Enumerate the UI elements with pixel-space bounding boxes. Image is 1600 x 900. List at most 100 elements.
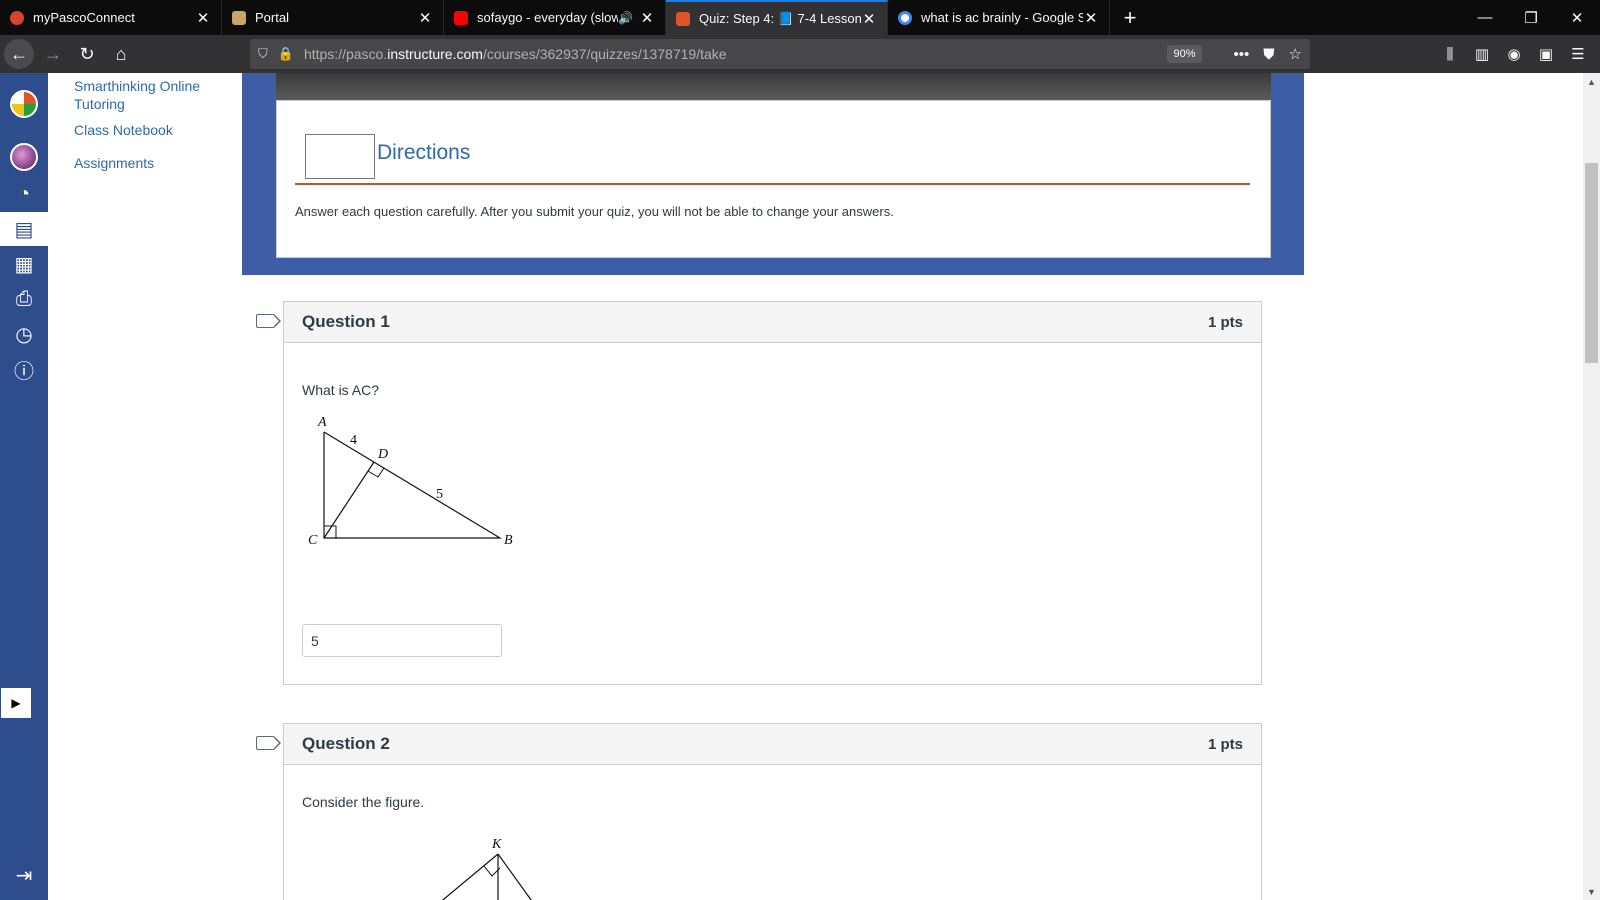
library-icon[interactable]: ⫼ bbox=[1434, 46, 1466, 63]
segment-left bbox=[441, 853, 499, 900]
window-close-icon[interactable]: ✕ bbox=[1554, 0, 1600, 35]
course-nav-smarthinking[interactable]: Smarthinking Online Tutoring bbox=[74, 77, 224, 113]
rail-account[interactable] bbox=[0, 140, 48, 174]
url-text[interactable]: https://pasco.instructure.com/courses/36… bbox=[304, 46, 1168, 62]
question-1-header: Question 1 1 pts bbox=[284, 302, 1261, 343]
scroll-down-icon[interactable]: ▼ bbox=[1583, 883, 1600, 900]
youtube-favicon-icon bbox=[454, 10, 468, 25]
collapse-nav-icon[interactable]: ⇥ bbox=[0, 858, 48, 892]
window-controls: — ❐ ✕ bbox=[1462, 0, 1600, 35]
play-icon[interactable]: ▶ bbox=[1, 688, 31, 718]
tab-google[interactable]: what is ac brainly - Google Sear ✕ bbox=[888, 0, 1110, 35]
page-scrollbar[interactable]: ▲ ▼ bbox=[1583, 73, 1600, 900]
directions-text: Answer each question carefully. After yo… bbox=[295, 204, 894, 219]
close-icon[interactable]: ✕ bbox=[1083, 9, 1099, 27]
question-2-header: Question 2 1 pts bbox=[284, 724, 1261, 765]
calendar-icon[interactable]: ▦ bbox=[0, 247, 48, 281]
flag-question-1-icon[interactable] bbox=[256, 314, 281, 328]
tab-title: Portal bbox=[255, 10, 289, 25]
url-prefix: https://pasco. bbox=[303, 46, 388, 62]
global-nav-rail: ◔ ▤ ▦ ⎙ ◷ ⓘ ▶ ⇥ bbox=[0, 73, 48, 900]
question-title: Question 2 bbox=[302, 734, 390, 753]
portal-favicon-icon bbox=[232, 10, 246, 25]
close-icon[interactable]: ✕ bbox=[417, 9, 433, 27]
label-c: C bbox=[308, 533, 318, 548]
lock-icon[interactable]: 🔒 bbox=[278, 46, 294, 62]
figure-k: K bbox=[441, 837, 532, 900]
inbox-icon[interactable]: ⎙ bbox=[0, 282, 48, 316]
label-d: D bbox=[377, 447, 388, 462]
tab-youtube[interactable]: sofaygo - everyday (slowed 🔊 ✕ bbox=[444, 0, 666, 35]
account-icon[interactable]: ◉ bbox=[1498, 45, 1530, 63]
directions-image-placeholder bbox=[305, 134, 375, 179]
rail-logo[interactable] bbox=[0, 87, 48, 121]
back-arrow-icon[interactable]: ← bbox=[4, 39, 34, 69]
question-text: Consider the figure. bbox=[302, 794, 425, 810]
shield-icon[interactable]: ⛉ bbox=[258, 46, 268, 62]
triangle-figure: A C B D 4 5 bbox=[308, 415, 513, 548]
close-icon[interactable]: ✕ bbox=[195, 9, 211, 27]
course-nav-class-notebook[interactable]: Class Notebook bbox=[74, 121, 173, 139]
browser-tab-strip: myPascoConnect ✕ Portal ✕ sofaygo - ever… bbox=[0, 0, 1600, 35]
more-actions-icon[interactable]: ••• bbox=[1234, 46, 1250, 63]
new-tab-button[interactable]: + bbox=[1110, 0, 1150, 35]
menu-icon[interactable]: ☰ bbox=[1562, 45, 1594, 63]
scrollbar-thumb[interactable] bbox=[1585, 163, 1598, 363]
canvas-favicon-icon bbox=[676, 11, 690, 26]
label-k: K bbox=[491, 837, 502, 852]
forward-arrow-icon[interactable]: → bbox=[38, 39, 68, 69]
question-text: What is AC? bbox=[302, 382, 380, 398]
tab-title: what is ac brainly - Google Sear bbox=[921, 10, 1083, 25]
tab-quiz[interactable]: Quiz: Step 4: 📘 7-4 Lesson Quiz ✕ bbox=[666, 0, 888, 35]
question-2: Question 2 1 pts Consider the figure. K bbox=[283, 723, 1262, 900]
question-title: Question 1 bbox=[302, 312, 390, 331]
url-path: /courses/362937/quizzes/1378719/take bbox=[482, 46, 727, 62]
flag-question-2-icon[interactable] bbox=[256, 736, 281, 750]
directions-card: Directions Answer each question carefull… bbox=[276, 100, 1271, 258]
courses-icon[interactable]: ▤ bbox=[0, 212, 48, 246]
pasco-favicon-icon bbox=[10, 10, 24, 25]
tab-title: sofaygo - everyday (slowed bbox=[477, 10, 619, 25]
right-angle-d bbox=[367, 467, 385, 478]
question-1: Question 1 1 pts What is AC? A C B D 4 5 bbox=[283, 301, 1262, 685]
dashboard-icon[interactable]: ◔ bbox=[0, 177, 48, 211]
directions-divider bbox=[295, 183, 1250, 185]
tab-title: myPascoConnect bbox=[33, 10, 135, 25]
scroll-up-icon[interactable]: ▲ bbox=[1583, 73, 1600, 90]
google-favicon-icon bbox=[898, 10, 912, 25]
label-b: B bbox=[504, 533, 513, 548]
tab-title: Quiz: Step 4: 📘 7-4 Lesson Quiz bbox=[699, 10, 861, 26]
minimize-icon[interactable]: — bbox=[1462, 0, 1508, 35]
help-icon[interactable]: ⓘ bbox=[0, 352, 48, 386]
quiz-banner-image bbox=[276, 73, 1271, 100]
altitude-cd bbox=[323, 461, 375, 539]
question-points: 1 pts bbox=[1207, 735, 1243, 753]
close-icon[interactable]: ✕ bbox=[861, 10, 877, 28]
extension-icon[interactable]: ▣ bbox=[1530, 45, 1562, 63]
close-icon[interactable]: ✕ bbox=[639, 9, 655, 27]
toolbar-right-icons: ⫼ ▥ ◉ ▣ ☰ bbox=[1434, 35, 1600, 73]
question-points: 1 pts bbox=[1207, 313, 1243, 331]
tab-portal[interactable]: Portal ✕ bbox=[222, 0, 444, 35]
history-clock-icon[interactable]: ◷ bbox=[0, 317, 48, 351]
label-ad-length: 4 bbox=[350, 433, 357, 448]
question-1-answer-input[interactable] bbox=[302, 624, 502, 657]
label-db-length: 5 bbox=[436, 487, 443, 502]
bookmark-star-icon[interactable]: ☆ bbox=[1289, 45, 1302, 63]
sidebar-icon[interactable]: ▥ bbox=[1466, 45, 1498, 63]
segment-right bbox=[497, 853, 532, 900]
url-bar[interactable]: ⛉ 🔒 https://pasco.instructure.com/course… bbox=[250, 39, 1310, 69]
tab-mypascoconnect[interactable]: myPascoConnect ✕ bbox=[0, 0, 222, 35]
pocket-icon[interactable]: ⛊ bbox=[1263, 46, 1274, 63]
url-host: instructure.com bbox=[387, 46, 483, 62]
speaker-icon[interactable]: 🔊 bbox=[618, 11, 633, 25]
reload-icon[interactable]: ↻ bbox=[72, 39, 102, 69]
restore-icon[interactable]: ❐ bbox=[1508, 0, 1554, 35]
directions-title: Directions bbox=[377, 141, 471, 164]
course-nav-assignments[interactable]: Assignments bbox=[74, 154, 154, 172]
avatar bbox=[10, 143, 38, 171]
label-a: A bbox=[317, 415, 327, 430]
home-icon[interactable]: ⌂ bbox=[106, 39, 136, 69]
school-logo-icon bbox=[10, 90, 38, 118]
zoom-level-badge[interactable]: 90% bbox=[1167, 45, 1202, 63]
